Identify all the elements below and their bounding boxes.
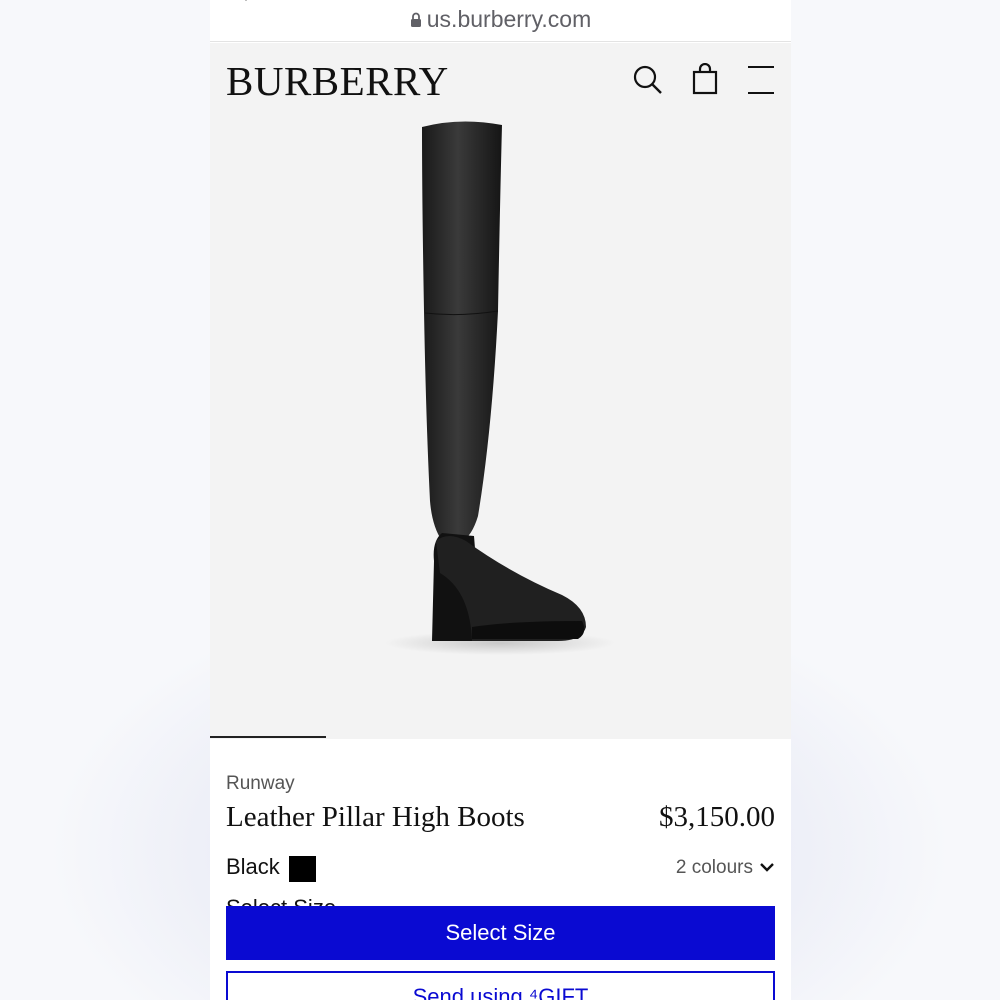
product-collection[interactable]: Runway	[226, 773, 295, 795]
phone-screen: us.burberry.com BURBERRY Runway Leather …	[210, 0, 791, 1000]
product-image[interactable]	[210, 121, 791, 738]
brand-logo[interactable]: BURBERRY	[226, 57, 449, 105]
chevron-down-icon	[760, 863, 774, 872]
menu-icon[interactable]	[745, 63, 777, 97]
product-name: Leather Pillar High Boots	[226, 801, 525, 833]
shopping-bag-icon[interactable]	[689, 63, 721, 97]
url-text: us.burberry.com	[426, 6, 592, 32]
product-price: $3,150.00	[659, 801, 775, 833]
url-display[interactable]: us.burberry.com	[210, 6, 791, 33]
gallery-progress	[210, 736, 791, 739]
lock-icon	[410, 12, 421, 27]
colour-name: Black	[226, 854, 280, 879]
colour-swatch[interactable]	[289, 856, 316, 882]
colours-count: 2 colours	[675, 857, 753, 878]
browser-url-bar[interactable]: us.burberry.com	[210, 0, 791, 42]
send-gift-button[interactable]: Send using ⁴GIFT	[226, 971, 775, 1000]
search-icon[interactable]	[632, 63, 664, 97]
select-size-button[interactable]: Select Size	[226, 906, 775, 960]
product-image-gallery[interactable]	[210, 121, 791, 738]
gallery-progress-fill	[210, 736, 327, 738]
site-header: BURBERRY	[210, 43, 791, 121]
colours-dropdown[interactable]: 2 colours	[676, 857, 775, 879]
